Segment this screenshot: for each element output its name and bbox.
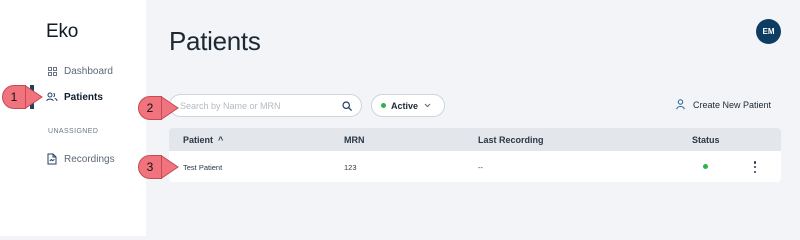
status-dot [381, 103, 386, 108]
sidebar-item-label: Recordings [64, 153, 115, 165]
column-header-patient[interactable]: Patient ^ [183, 135, 223, 145]
search-icon[interactable] [341, 100, 353, 112]
section-label-unassigned: UNASSIGNED [48, 128, 99, 135]
column-header-mrn[interactable]: MRN [344, 135, 365, 145]
more-options-icon[interactable] [752, 160, 758, 174]
table-row[interactable]: Test Patient 123 -- [169, 151, 781, 182]
app-logo: Eko [46, 21, 79, 42]
sidebar: Eko Dashboard Patients UNASSIGNED Record… [0, 0, 146, 236]
search-field[interactable] [169, 94, 362, 117]
status-badge [703, 164, 708, 169]
avatar[interactable]: EM [756, 19, 781, 44]
sidebar-item-recordings[interactable]: Recordings [46, 149, 115, 169]
table-header: Patient ^ MRN Last Recording Status [169, 128, 781, 151]
patients-table: Patient ^ MRN Last Recording Status Test… [169, 128, 781, 182]
column-header-status[interactable]: Status [692, 135, 720, 145]
page-title: Patients [169, 26, 261, 56]
callout-1: 1 [2, 85, 43, 109]
cell-last-recording: -- [478, 163, 483, 172]
sort-asc-icon: ^ [218, 135, 224, 145]
sidebar-item-patients[interactable]: Patients [46, 87, 103, 107]
column-header-last-recording[interactable]: Last Recording [478, 135, 544, 145]
document-icon [46, 153, 58, 165]
create-new-patient-button[interactable]: Create New Patient [676, 98, 771, 112]
create-new-patient-label: Create New Patient [693, 100, 772, 110]
sidebar-item-label: Patients [64, 91, 103, 103]
callout-3: 3 [138, 155, 179, 179]
cell-mrn: 123 [344, 163, 357, 172]
sidebar-item-dashboard[interactable]: Dashboard [46, 61, 113, 81]
filter-label: Active [391, 100, 419, 111]
status-filter-dropdown[interactable]: Active [371, 94, 445, 117]
search-input[interactable] [180, 100, 341, 111]
chevron-down-icon [424, 103, 431, 108]
user-icon [676, 99, 686, 111]
users-icon [46, 91, 58, 103]
sidebar-item-label: Dashboard [64, 65, 113, 77]
cell-patient[interactable]: Test Patient [183, 163, 222, 172]
callout-2: 2 [138, 96, 179, 120]
callout-number: 2 [138, 96, 162, 120]
callout-number: 3 [138, 155, 162, 179]
grid-icon [46, 65, 58, 77]
callout-number: 1 [2, 85, 26, 109]
